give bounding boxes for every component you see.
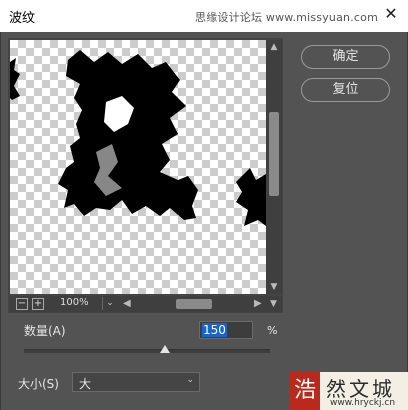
ripple-preview-image xyxy=(10,50,266,226)
watermark-text: 思缘设计论坛 www.missyuan.com xyxy=(195,11,378,24)
zoom-level: 100% xyxy=(60,297,89,308)
vertical-scrollbar[interactable]: ▲ ▼ xyxy=(266,40,282,294)
amount-input[interactable]: 150 xyxy=(199,321,253,339)
amount-slider[interactable] xyxy=(24,349,270,353)
close-icon[interactable]: ✕ xyxy=(382,5,400,23)
scroll-down-icon[interactable]: ▼ xyxy=(266,280,282,294)
scroll-right-icon[interactable]: ▶ xyxy=(254,296,266,312)
size-select[interactable]: 大 ⌄ xyxy=(72,372,200,392)
preview-toolbar: − + 100% ⌄ ◀ ▶ ▼ xyxy=(10,296,282,312)
dialog-title: 波纹 xyxy=(9,11,36,26)
zoom-out-button[interactable]: − xyxy=(16,298,28,310)
zoom-dropdown-icon[interactable]: ⌄ xyxy=(102,297,117,310)
zoom-in-button[interactable]: + xyxy=(32,298,44,310)
amount-value: 150 xyxy=(202,323,227,337)
preview-canvas[interactable] xyxy=(10,40,266,294)
chevron-down-icon: ⌄ xyxy=(186,375,194,385)
size-selected-value: 大 xyxy=(79,377,92,391)
title-bar: 波纹 思缘设计论坛 www.missyuan.com ✕ xyxy=(0,0,408,32)
site-logo: 浩 然文城 www.hryckj.cn xyxy=(290,372,408,410)
amount-label: 数量(A) xyxy=(24,324,66,338)
size-label: 大小(S) xyxy=(18,377,59,391)
scroll-down-corner-icon[interactable]: ▼ xyxy=(270,296,282,312)
ok-button[interactable]: 确定 xyxy=(301,45,390,69)
amount-unit: % xyxy=(267,324,278,337)
scroll-left-icon[interactable]: ◀ xyxy=(123,296,135,312)
logo-seal: 浩 xyxy=(290,372,320,410)
vertical-scroll-thumb[interactable] xyxy=(269,112,279,196)
horizontal-scroll-thumb[interactable] xyxy=(176,299,212,309)
logo-url: www.hryckj.cn xyxy=(330,398,396,408)
scroll-up-icon[interactable]: ▲ xyxy=(266,40,282,54)
amount-slider-handle[interactable] xyxy=(160,345,170,353)
reset-button[interactable]: 复位 xyxy=(301,78,390,102)
